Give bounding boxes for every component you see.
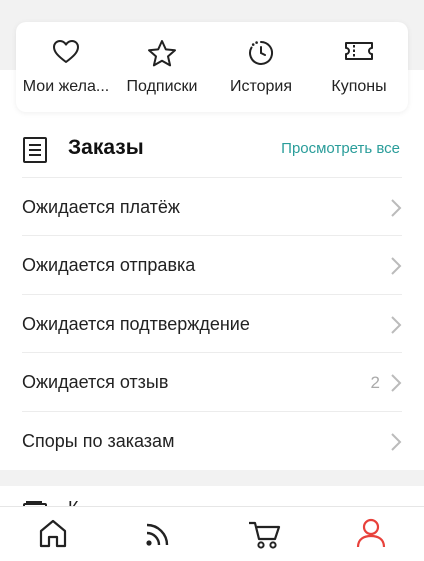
star-icon (148, 40, 176, 67)
ticket-icon (345, 42, 373, 60)
quick-action-history[interactable]: История (211, 22, 311, 112)
order-row-awaiting-shipment[interactable]: Ожидается отправка (22, 235, 402, 294)
quick-actions-card: Мои жела... Подписки История Купоны (16, 22, 408, 112)
quick-action-coupons[interactable]: Купоны (309, 22, 409, 112)
home-icon (39, 519, 67, 548)
quick-action-subscriptions[interactable]: Подписки (112, 22, 212, 112)
orders-list-icon (23, 137, 47, 163)
chevron-right-icon (391, 199, 402, 217)
order-row-label: Ожидается платёж (22, 197, 180, 217)
chevron-right-icon (391, 257, 402, 275)
tab-cart[interactable] (212, 507, 318, 561)
bottom-tab-bar (0, 506, 424, 561)
order-row-awaiting-confirmation[interactable]: Ожидается подтверждение (22, 294, 402, 353)
chevron-right-icon (391, 433, 402, 451)
order-row-disputes[interactable]: Споры по заказам (22, 411, 402, 470)
chevron-right-icon (391, 316, 402, 334)
order-row-awaiting-review[interactable]: Ожидается отзыв 2 (22, 352, 402, 411)
feed-icon (146, 523, 169, 546)
order-row-label: Ожидается подтверждение (22, 314, 250, 334)
history-icon (249, 41, 273, 65)
order-row-awaiting-payment[interactable]: Ожидается платёж (22, 177, 402, 236)
orders-title: Заказы (68, 136, 144, 159)
quick-action-label: Мои жела... (22, 78, 110, 95)
tab-account[interactable] (318, 507, 424, 561)
tab-feed[interactable] (106, 507, 212, 561)
cart-icon (249, 521, 281, 549)
order-row-label: Ожидается отзыв (22, 372, 169, 392)
chevron-right-icon (391, 374, 402, 392)
order-row-label: Споры по заказам (22, 431, 175, 451)
orders-header: Заказы Просмотреть все (0, 126, 424, 176)
account-icon (356, 518, 386, 548)
quick-action-label: История (229, 78, 293, 95)
quick-action-label: Купоны (331, 78, 387, 95)
order-row-label: Ожидается отправка (22, 255, 196, 275)
order-count-badge: 2 (370, 373, 380, 392)
heart-icon (53, 40, 79, 63)
tab-home[interactable] (0, 507, 106, 561)
quick-action-label: Подписки (126, 78, 198, 95)
view-all-orders-link[interactable]: Просмотреть все (281, 140, 400, 157)
section-gap (0, 470, 424, 486)
quick-action-wishlist[interactable]: Мои жела... (16, 22, 116, 112)
